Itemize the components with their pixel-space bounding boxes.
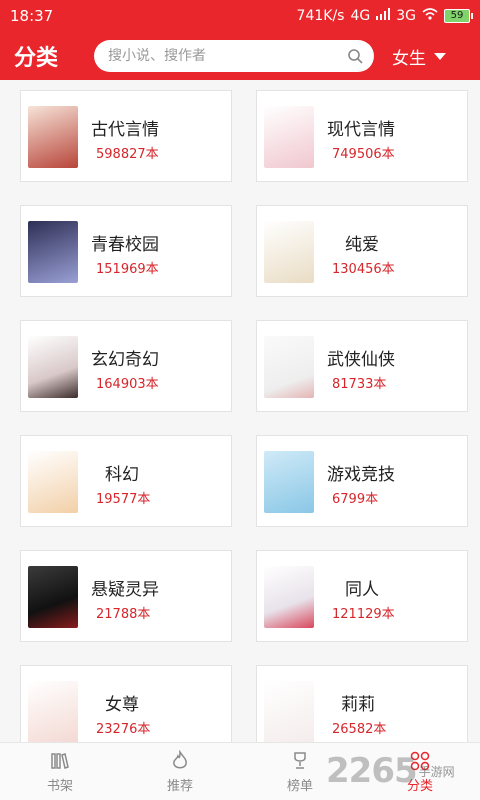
category-name: 纯爱 xyxy=(345,235,379,255)
category-card[interactable]: 科幻 19577本 xyxy=(20,435,232,527)
battery-icon: 59 xyxy=(444,9,473,23)
category-name: 悬疑灵异 xyxy=(91,580,159,600)
flame-icon xyxy=(173,749,187,768)
category-name: 游戏竞技 xyxy=(327,465,395,485)
category-count: 26582本 xyxy=(332,722,387,737)
book-cover-image xyxy=(28,336,78,398)
book-cover-image xyxy=(264,681,314,743)
search-icon[interactable] xyxy=(346,47,364,65)
category-card[interactable]: 现代言情 749506本 xyxy=(256,90,468,182)
category-name: 武侠仙侠 xyxy=(327,350,395,370)
category-card[interactable]: 武侠仙侠 81733本 xyxy=(256,320,468,412)
page-title: 分类 xyxy=(14,46,59,71)
category-count: 23276本 xyxy=(96,722,151,737)
category-name: 玄幻奇幻 xyxy=(91,350,159,370)
search-input[interactable] xyxy=(108,48,346,64)
search-bar[interactable] xyxy=(94,40,374,72)
status-time: 18:37 xyxy=(10,7,54,25)
gender-selector[interactable]: 女生 xyxy=(392,44,446,69)
category-count: 598827本 xyxy=(96,147,159,162)
status-indicators: 741K/s 4G 3G 59 xyxy=(296,8,473,24)
wifi-icon xyxy=(422,8,438,24)
status-bar: 18:37 741K/s 4G 3G 59 xyxy=(0,0,480,32)
bookshelf-icon xyxy=(51,752,69,769)
category-name: 古代言情 xyxy=(91,120,159,140)
tab-label: 推荐 xyxy=(166,778,193,794)
watermark: 2265 手游网 xyxy=(326,744,480,798)
category-count: 130456本 xyxy=(332,262,395,277)
category-card[interactable]: 古代言情 598827本 xyxy=(20,90,232,182)
category-card[interactable]: 青春校园 151969本 xyxy=(20,205,232,297)
tab-bookshelf[interactable]: 书架 xyxy=(0,743,120,800)
category-card[interactable]: 同人 121129本 xyxy=(256,550,468,642)
category-count: 6799本 xyxy=(332,492,379,507)
tab-label: 榜单 xyxy=(286,778,313,794)
category-card[interactable]: 悬疑灵异 21788本 xyxy=(20,550,232,642)
signal-icon xyxy=(376,8,391,24)
tab-recommend[interactable]: 推荐 xyxy=(120,743,240,800)
category-count: 19577本 xyxy=(96,492,151,507)
watermark-text: 手游网 xyxy=(418,764,455,779)
app-header: 分类 女生 xyxy=(0,32,480,80)
book-cover-image xyxy=(28,451,78,513)
book-cover-image xyxy=(28,106,78,168)
category-name: 科幻 xyxy=(105,465,139,485)
category-name: 青春校园 xyxy=(91,235,159,255)
book-cover-image xyxy=(264,451,314,513)
network-type-3g: 3G xyxy=(396,8,416,24)
tab-label: 书架 xyxy=(46,778,73,794)
book-cover-image xyxy=(264,221,314,283)
category-count: 749506本 xyxy=(332,147,395,162)
chevron-down-icon xyxy=(434,52,446,60)
network-speed: 741K/s xyxy=(296,8,345,24)
trophy-icon xyxy=(294,751,306,769)
category-name: 女尊 xyxy=(105,695,139,715)
network-type-4g: 4G xyxy=(350,8,371,24)
book-cover-image xyxy=(264,566,314,628)
book-cover-image xyxy=(264,106,314,168)
book-cover-image xyxy=(28,681,78,743)
gender-label: 女生 xyxy=(392,48,426,69)
book-cover-image xyxy=(28,566,78,628)
category-count: 21788本 xyxy=(96,607,151,622)
category-card[interactable]: 玄幻奇幻 164903本 xyxy=(20,320,232,412)
category-name: 莉莉 xyxy=(341,695,375,715)
watermark-number: 2265 xyxy=(326,751,418,791)
book-cover-image xyxy=(28,221,78,283)
category-count: 164903本 xyxy=(96,377,159,392)
category-count: 151969本 xyxy=(96,262,159,277)
category-card[interactable]: 纯爱 130456本 xyxy=(256,205,468,297)
category-name: 现代言情 xyxy=(327,120,395,140)
category-card[interactable]: 游戏竞技 6799本 xyxy=(256,435,468,527)
book-cover-image xyxy=(264,336,314,398)
category-name: 同人 xyxy=(345,580,379,600)
category-count: 81733本 xyxy=(332,377,387,392)
category-count: 121129本 xyxy=(332,607,395,622)
